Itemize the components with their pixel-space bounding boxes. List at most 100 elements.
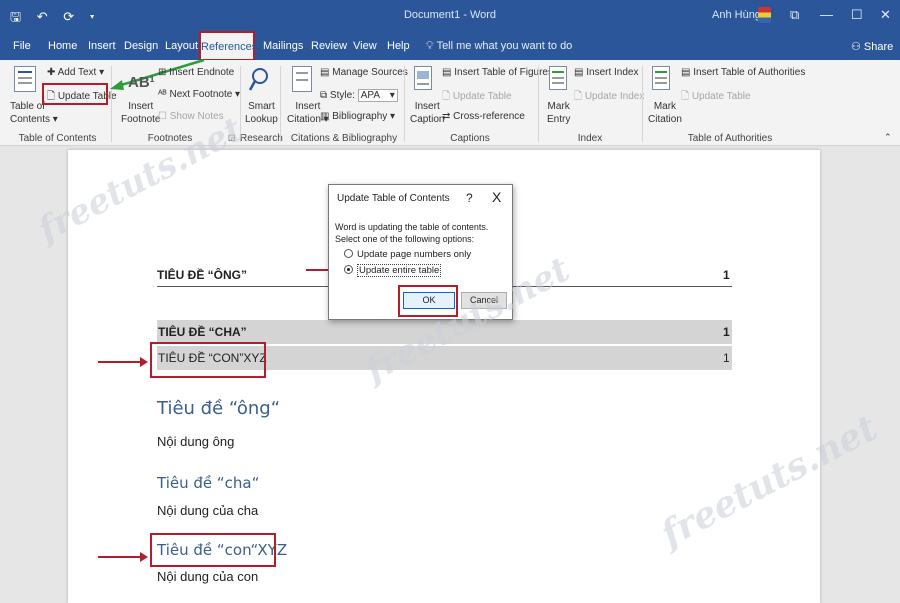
maximize-button[interactable]: ☐ bbox=[851, 7, 863, 23]
tab-mailings[interactable]: Mailings bbox=[263, 40, 303, 52]
radio-button-selected-icon bbox=[344, 265, 353, 274]
mark-entry-button[interactable]: Mark Entry bbox=[547, 100, 570, 126]
insert-table-of-authorities-button[interactable]: ▤ Insert Table of Authorities bbox=[681, 67, 805, 78]
update-figures-label: Update Table bbox=[452, 91, 512, 102]
add-text-icon: ✚ bbox=[47, 67, 58, 78]
bibliography-icon: ▥ bbox=[320, 111, 333, 122]
update-figures-table-button[interactable]: 🗋 Update Table bbox=[442, 89, 512, 106]
endnote-icon: ⊞ bbox=[158, 67, 170, 78]
annotation-arrow bbox=[98, 357, 148, 367]
update-icon: 🗋 bbox=[681, 91, 692, 102]
manage-sources-icon: ▤ bbox=[320, 67, 333, 78]
endnote-label: Insert Endnote bbox=[169, 67, 235, 78]
footnote-icon: AB¹ bbox=[128, 74, 155, 91]
manage-sources-button[interactable]: ▤ Manage Sources bbox=[320, 67, 408, 78]
table-of-authorities-label: Insert Table of Authorities bbox=[693, 67, 806, 78]
avatar[interactable] bbox=[758, 7, 771, 23]
insert-index-label: Insert Index bbox=[586, 67, 639, 78]
group-separator bbox=[538, 66, 539, 142]
group-label-citations: Citations & Bibliography bbox=[290, 133, 398, 144]
toc-page-ong: 1 bbox=[723, 268, 730, 282]
group-label-index: Index bbox=[577, 133, 603, 144]
update-index-label: Update Index bbox=[584, 91, 645, 102]
tab-file[interactable]: File bbox=[13, 40, 31, 52]
insert-index-button[interactable]: ▤ Insert Index bbox=[574, 67, 639, 78]
smart-lookup-button[interactable]: Smart Lookup bbox=[245, 100, 278, 126]
update-icon: 🗋 bbox=[574, 91, 585, 102]
next-footnote-icon: ᴬᴮ bbox=[158, 89, 170, 100]
minimize-button[interactable]: — bbox=[820, 7, 833, 22]
group-label-captions: Captions bbox=[450, 133, 490, 144]
tab-help[interactable]: Help bbox=[387, 40, 410, 52]
body-ong[interactable]: Nội dung ông bbox=[157, 434, 234, 449]
mark-citation-icon bbox=[652, 66, 670, 90]
toc-label-1: Table of bbox=[10, 101, 46, 112]
insert-caption-button[interactable]: Insert Caption bbox=[410, 100, 444, 126]
toc-con-highlight bbox=[150, 342, 266, 378]
mark-citation-button[interactable]: Mark Citation bbox=[648, 100, 682, 126]
tab-design[interactable]: Design bbox=[124, 40, 158, 52]
next-footnote-button[interactable]: ᴬᴮ Next Footnote ▾ bbox=[158, 89, 240, 100]
insert-citation-label-2: Citation bbox=[287, 114, 321, 125]
radio-button-icon bbox=[344, 249, 353, 258]
group-separator bbox=[404, 66, 405, 142]
bibliography-button[interactable]: ▥ Bibliography ▾ bbox=[320, 111, 395, 122]
close-button[interactable]: ✕ bbox=[880, 7, 891, 23]
manage-sources-label: Manage Sources bbox=[332, 67, 408, 78]
insert-footnote-button[interactable]: Insert Footnote bbox=[121, 100, 160, 126]
tab-review[interactable]: Review bbox=[311, 40, 347, 52]
tell-me-label: Tell me what you want to do bbox=[436, 40, 573, 52]
close-icon[interactable]: X bbox=[492, 189, 501, 205]
footnote-label-1: Insert bbox=[128, 101, 154, 112]
update-authorities-table-button[interactable]: 🗋 Update Table bbox=[681, 89, 751, 106]
style-dropdown[interactable]: APA ▾ bbox=[357, 89, 398, 102]
dialog-title: Update Table of Contents bbox=[337, 193, 450, 204]
tab-layout[interactable]: Layout bbox=[165, 40, 198, 52]
smart-lookup-label-2: Lookup bbox=[245, 114, 278, 125]
help-icon[interactable]: ? bbox=[466, 191, 473, 205]
update-index-button[interactable]: 🗋 Update Index bbox=[574, 89, 644, 106]
insert-table-of-figures-button[interactable]: ▤ Insert Table of Figures bbox=[442, 67, 553, 78]
tell-me-search[interactable]: 💡︎ Tell me what you want to do bbox=[426, 40, 572, 53]
group-separator bbox=[280, 66, 281, 142]
update-authorities-label: Update Table bbox=[691, 91, 751, 102]
tab-home[interactable]: Home bbox=[48, 40, 77, 52]
body-con[interactable]: Nội dung của con bbox=[157, 569, 258, 584]
radio-page-numbers-only[interactable]: Update page numbers only bbox=[344, 249, 471, 260]
title-bar: 🖫 ↶ ⟳ ▾ Document1 - Word Anh Hùng ⧉ — ☐ … bbox=[0, 0, 900, 32]
footnote-label-2: Footnote bbox=[121, 114, 161, 125]
add-text-button[interactable]: ✚ Add Text ▾ bbox=[47, 67, 104, 78]
update-icon: 🗋 bbox=[442, 91, 453, 102]
tab-insert[interactable]: Insert bbox=[88, 40, 116, 52]
toc-label-2: Contents bbox=[10, 114, 51, 125]
smart-lookup-icon bbox=[248, 68, 268, 91]
show-notes-icon: ☐ bbox=[158, 111, 170, 122]
insert-endnote-button[interactable]: ⊞ Insert Endnote bbox=[158, 67, 234, 78]
radio-entire-table[interactable]: Update entire table bbox=[344, 264, 442, 277]
heading-ong[interactable]: Tiêu đề “ông“ bbox=[157, 398, 280, 419]
radio-label-page-numbers: Update page numbers only bbox=[357, 249, 472, 260]
collapse-ribbon-icon[interactable]: ⌃ bbox=[884, 132, 892, 143]
heading-cha[interactable]: Tiêu đề “cha“ bbox=[157, 474, 259, 492]
share-button[interactable]: ⚇ Share bbox=[851, 40, 893, 53]
body-cha[interactable]: Nội dung của cha bbox=[157, 503, 258, 518]
bibliography-label: Bibliography bbox=[332, 111, 388, 122]
toc-page-con: 1 bbox=[723, 351, 730, 365]
insert-citation-label-1: Insert bbox=[295, 101, 321, 112]
toc-entry-ong[interactable]: TIÊU ĐỀ “ÔNG” bbox=[157, 268, 247, 282]
group-label-toc: Table of Contents bbox=[18, 133, 97, 144]
user-name[interactable]: Anh Hùng bbox=[712, 9, 761, 21]
mark-entry-label-2: Entry bbox=[547, 114, 571, 125]
mark-entry-icon bbox=[549, 66, 567, 90]
cross-reference-button[interactable]: ⇄ Cross-reference bbox=[442, 111, 525, 122]
insert-caption-label-2: Caption bbox=[410, 114, 445, 125]
toc-entry-cha[interactable]: TIÊU ĐỀ “CHA” bbox=[158, 325, 247, 339]
insert-caption-icon bbox=[414, 66, 432, 90]
tab-view[interactable]: View bbox=[353, 40, 377, 52]
person-icon: ⚇ bbox=[851, 41, 864, 53]
ribbon-display-options-icon[interactable]: ⧉ bbox=[790, 7, 799, 23]
heading-con-highlight bbox=[150, 533, 276, 567]
group-separator bbox=[642, 66, 643, 142]
mark-citation-label-1: Mark bbox=[653, 101, 677, 112]
style-selector[interactable]: ⧉ Style: APA ▾ bbox=[320, 89, 398, 102]
